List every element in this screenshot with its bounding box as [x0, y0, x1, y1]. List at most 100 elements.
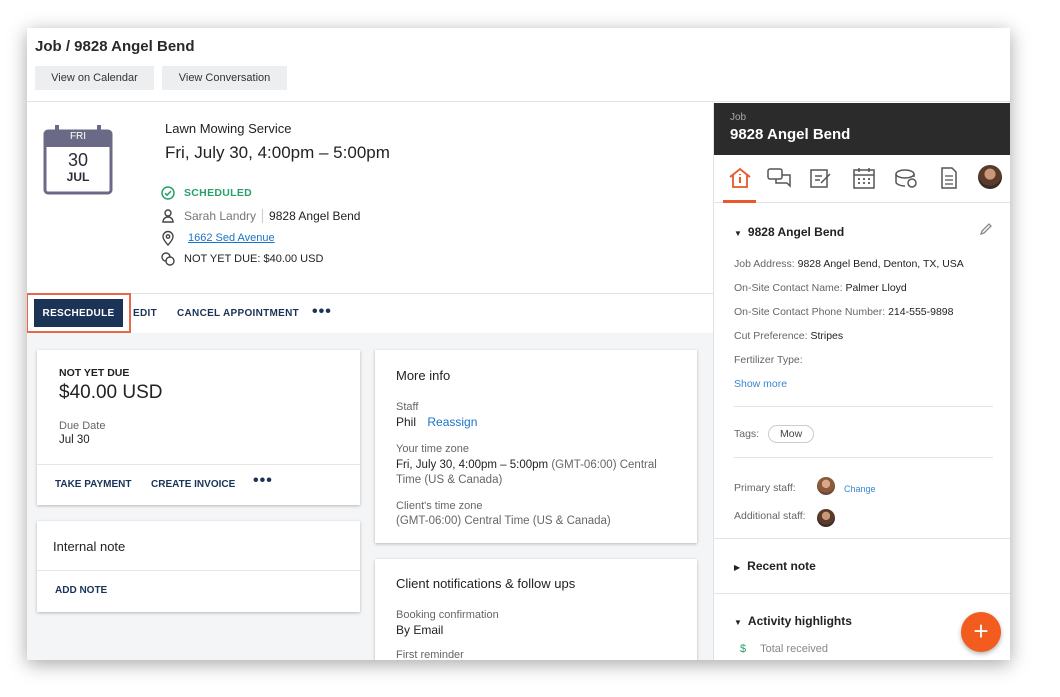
divider	[714, 593, 1010, 594]
reschedule-button[interactable]: RESCHEDULE	[34, 299, 123, 327]
your-timezone-zone-cont: Time (US & Canada)	[396, 474, 503, 486]
view-conversation-button[interactable]: View Conversation	[162, 66, 287, 90]
payment-due-status: NOT YET DUE	[59, 367, 130, 379]
client-timezone-value: (GMT-06:00) Central Time (US & Canada)	[396, 515, 611, 527]
more-info-title: More info	[396, 368, 451, 383]
your-timezone-value: Fri, July 30, 4:00pm – 5:00pm (GMT-06:00…	[396, 458, 686, 488]
add-fab-button[interactable]: +	[961, 612, 1001, 652]
notifications-card: Client notifications & follow ups Bookin…	[375, 559, 697, 660]
payment-amount: $40.00 USD	[59, 382, 163, 403]
contact-name-value: Palmer Lloyd	[845, 282, 907, 294]
contact-name-row: On-Site Contact Name: Palmer Lloyd	[734, 282, 907, 294]
separator	[262, 209, 264, 223]
caret-down-icon: ▼	[734, 229, 742, 238]
job-details-header[interactable]: ▼ 9828 Angel Bend	[734, 225, 844, 239]
show-more-link[interactable]: Show more	[734, 378, 787, 390]
location-pin-icon	[160, 230, 176, 247]
reassign-link[interactable]: Reassign	[427, 415, 477, 429]
sidebar-header: Job 9828 Angel Bend	[714, 103, 1010, 155]
due-date-value: Jul 30	[59, 434, 90, 446]
client-name[interactable]: Sarah Landry	[184, 209, 256, 223]
pencil-icon[interactable]	[978, 221, 994, 242]
tab-notes[interactable]	[808, 165, 834, 191]
booking-confirmation-value: By Email	[396, 623, 444, 637]
internal-note-card: Internal note ADD NOTE	[37, 521, 360, 612]
app-window: Job / 9828 Angel Bend View on Calendar V…	[27, 28, 1010, 660]
client-row: Sarah Landry 9828 Angel Bend	[160, 208, 360, 224]
view-on-calendar-button[interactable]: View on Calendar	[35, 66, 154, 90]
tag-chip[interactable]: Mow	[768, 425, 815, 443]
staff-label: Staff	[396, 401, 419, 413]
primary-staff-label: Primary staff:	[734, 482, 796, 494]
contact-phone-value: 214-555-9898	[888, 306, 954, 318]
total-received-label: Total received	[760, 643, 828, 655]
activity-header[interactable]: ▼ Activity highlights	[734, 614, 852, 628]
job-address-row: Job Address: 9828 Angel Bend, Denton, TX…	[734, 258, 964, 270]
tab-conversations[interactable]	[766, 165, 792, 191]
create-invoice-button[interactable]: CREATE INVOICE	[151, 479, 235, 490]
take-payment-button[interactable]: TAKE PAYMENT	[55, 479, 132, 490]
payment-card: NOT YET DUE $40.00 USD Due Date Jul 30 T…	[37, 350, 360, 505]
total-received-row: $ Total received	[740, 643, 828, 655]
page-header: Job / 9828 Angel Bend View on Calendar V…	[27, 28, 1010, 102]
calendar-icon: FRI 30 JUL	[43, 125, 113, 195]
divider	[734, 457, 993, 458]
recent-note-header[interactable]: ▶ Recent note	[734, 559, 816, 573]
tab-info[interactable]	[723, 165, 756, 203]
document-icon	[936, 167, 962, 195]
cancel-appointment-button[interactable]: CANCEL APPOINTMENT	[177, 308, 299, 319]
customer-avatar	[978, 165, 1002, 189]
activity-title: Activity highlights	[747, 614, 852, 628]
person-icon	[160, 208, 176, 224]
house-info-icon	[727, 167, 753, 195]
address-link[interactable]: 1662 Sed Avenue	[188, 232, 275, 244]
notifications-title: Client notifications & follow ups	[396, 576, 576, 591]
staff-row: Phil Reassign	[396, 415, 477, 429]
status-badge: SCHEDULED	[184, 187, 253, 199]
calendar-day-number: 30	[67, 150, 89, 170]
tab-customer[interactable]	[978, 165, 1004, 191]
tab-billing[interactable]	[893, 165, 919, 191]
primary-staff-avatar	[817, 477, 835, 495]
contact-phone-label: On-Site Contact Phone Number:	[734, 306, 886, 318]
client-timezone-label: Client's time zone	[396, 500, 483, 512]
your-timezone-time: Fri, July 30, 4:00pm – 5:00pm	[396, 459, 549, 471]
additional-staff-avatar	[817, 509, 835, 527]
payment-row: NOT YET DUE: $40.00 USD	[160, 251, 323, 267]
main-column: FRI 30 JUL Lawn Mowing Service Fri, July…	[27, 103, 713, 660]
tab-calendar[interactable]	[851, 165, 877, 191]
payment-more-button[interactable]: •••	[253, 472, 273, 490]
job-address-label: Job Address:	[734, 258, 795, 270]
tab-documents[interactable]	[936, 165, 962, 191]
internal-note-title: Internal note	[53, 539, 126, 554]
cut-preference-value: Stripes	[810, 330, 844, 342]
first-reminder-label: First reminder	[396, 649, 464, 660]
check-circle-icon	[160, 185, 176, 201]
edit-button[interactable]: EDIT	[133, 308, 157, 319]
property-name: 9828 Angel Bend	[269, 209, 361, 223]
status-row: SCHEDULED	[160, 185, 252, 201]
edit-note-icon	[808, 169, 834, 195]
fertilizer-label: Fertilizer Type:	[734, 354, 803, 366]
breadcrumb: Job / 9828 Angel Bend	[35, 38, 195, 55]
calendar-grid-icon	[851, 168, 877, 195]
service-name: Lawn Mowing Service	[165, 121, 292, 136]
due-date-label: Due Date	[59, 420, 106, 432]
job-address-value: 9828 Angel Bend, Denton, TX, USA	[797, 258, 964, 270]
more-info-card: More info Staff Phil Reassign Your time …	[375, 350, 697, 543]
divider	[734, 406, 993, 407]
job-details-title: 9828 Angel Bend	[747, 225, 845, 239]
your-timezone-zone: (GMT-06:00) Central	[551, 459, 657, 471]
sidebar-title: 9828 Angel Bend	[730, 126, 851, 143]
tags-label: Tags:	[734, 428, 760, 440]
reschedule-highlight: RESCHEDULE	[27, 293, 131, 333]
more-actions-button[interactable]: •••	[312, 303, 332, 321]
change-staff-link[interactable]: Change	[844, 484, 876, 494]
card-divider	[37, 464, 360, 465]
sidebar-kicker: Job	[730, 112, 747, 123]
fertilizer-row: Fertilizer Type:	[734, 354, 803, 366]
additional-staff-label: Additional staff:	[734, 510, 806, 522]
cut-preference-row: Cut Preference: Stripes	[734, 330, 843, 342]
add-note-button[interactable]: ADD NOTE	[55, 585, 107, 596]
card-divider	[37, 570, 360, 571]
